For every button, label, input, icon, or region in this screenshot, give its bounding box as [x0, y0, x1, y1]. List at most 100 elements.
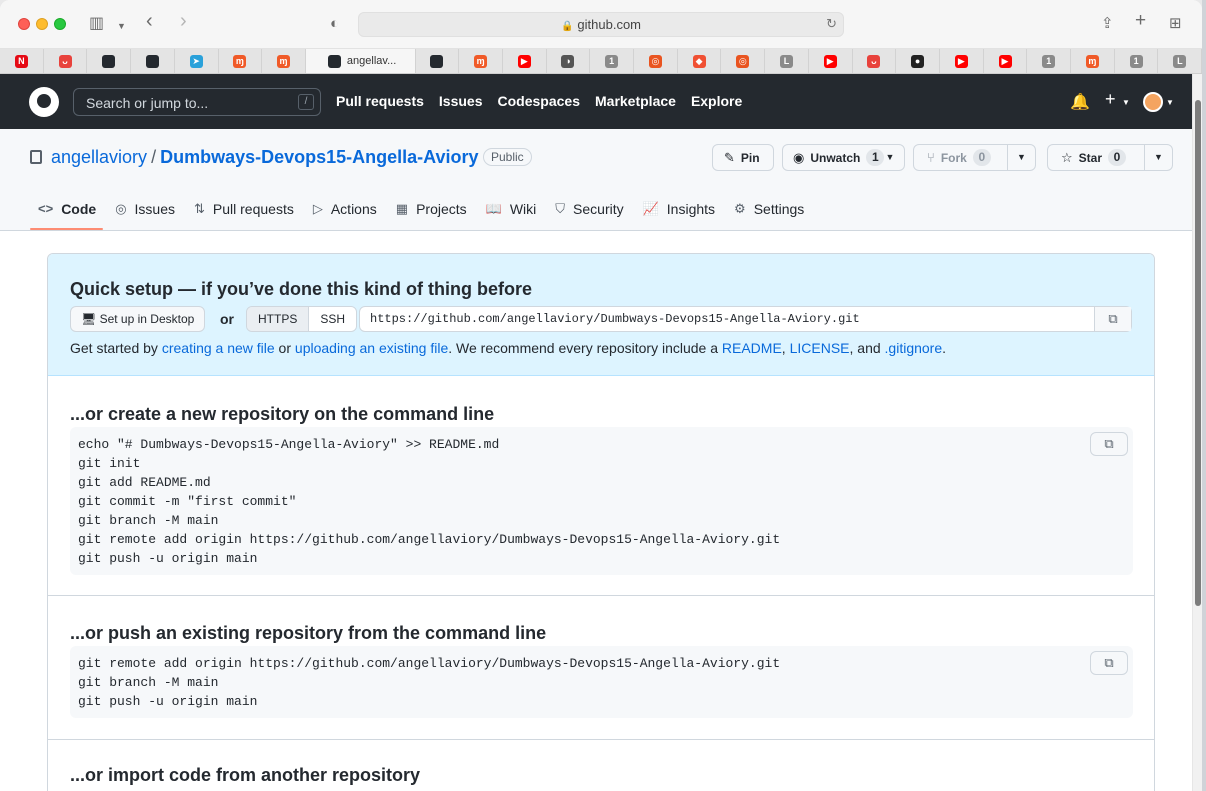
browser-tab[interactable]: ◎ — [634, 49, 678, 73]
chevron-down-icon[interactable]: ▼ — [1166, 98, 1174, 107]
browser-tab[interactable]: ᴗ — [853, 49, 897, 73]
tab-issues[interactable]: ◎ Issues — [107, 201, 186, 230]
browser-tab[interactable]: ➤ — [175, 49, 219, 73]
copy-icon[interactable]: ⧉ — [1094, 307, 1131, 331]
browser-tab[interactable]: ᴗ — [44, 49, 88, 73]
browser-tab[interactable]: L — [765, 49, 809, 73]
gitbook-icon: ◑ — [561, 54, 575, 68]
section-title: ...or import code from another repositor… — [70, 765, 421, 785]
browser-tab[interactable]: ɱ — [459, 49, 503, 73]
browser-tab[interactable]: ▶ — [503, 49, 547, 73]
protocol-toggle: HTTPS SSH — [246, 306, 358, 332]
https-button[interactable]: HTTPS — [247, 307, 310, 331]
nav-issues[interactable]: Issues — [439, 93, 483, 109]
youtube-icon: ▶ — [823, 54, 837, 68]
git-icon: ◆ — [692, 54, 706, 68]
browser-tab[interactable]: 1 — [1027, 49, 1072, 73]
share-icon[interactable]: ⇪ — [1101, 14, 1114, 34]
fork-button[interactable]: ⑂ Fork 0 ▼ — [913, 144, 1036, 171]
minimize-window-button[interactable] — [36, 18, 48, 30]
create-new-plus-icon[interactable]: + — [1105, 89, 1116, 110]
code-line: git push -u origin main — [78, 694, 258, 709]
copy-button[interactable]: ⧉ — [1090, 651, 1128, 675]
reload-icon[interactable]: ↻ — [826, 16, 837, 32]
zoom-window-button[interactable] — [54, 18, 66, 30]
nav-codespaces[interactable]: Codespaces — [498, 93, 580, 109]
clone-url-input[interactable]: https://github.com/angellaviory/Dumbways… — [359, 306, 1132, 332]
repo-name-link[interactable]: Dumbways-Devops15-Angella-Aviory — [160, 147, 478, 167]
tab-active[interactable]: angellav... — [305, 49, 416, 73]
github-logo-icon[interactable] — [29, 87, 59, 117]
chevron-down-icon[interactable]: ▼ — [1122, 98, 1130, 107]
gitignore-link[interactable]: .gitignore — [885, 340, 943, 356]
nav-marketplace[interactable]: Marketplace — [595, 93, 676, 109]
nav-explore[interactable]: Explore — [691, 93, 742, 109]
chevron-down-icon[interactable]: ▼ — [1007, 145, 1035, 170]
browser-tab[interactable]: ɱ — [262, 49, 306, 73]
record-icon: ● — [911, 54, 925, 68]
browser-tab[interactable]: ◎ — [721, 49, 766, 73]
copy-button[interactable]: ⧉ — [1090, 432, 1128, 456]
forward-icon[interactable]: › — [180, 11, 187, 31]
telegram-icon: ➤ — [189, 54, 203, 68]
license-link[interactable]: LICENSE — [790, 340, 850, 356]
new-tab-icon[interactable]: + — [1135, 11, 1146, 31]
nav-pull-requests[interactable]: Pull requests — [336, 93, 424, 109]
address-bar[interactable]: 🔒 github.com ↻ — [358, 12, 844, 37]
browser-tab[interactable]: ▶ — [940, 49, 984, 73]
star-button[interactable]: ☆ Star 0 ▼ — [1047, 144, 1173, 171]
lock-icon: 🔒 — [560, 21, 574, 32]
create-repo-section: ...or create a new repository on the com… — [48, 376, 1154, 596]
browser-tab[interactable]: L — [1158, 49, 1202, 73]
number-one-icon: 1 — [1129, 54, 1143, 68]
chevron-down-icon[interactable]: ▼ — [1144, 145, 1172, 170]
browser-window: ▥ ▼ ‹ › ◐ 🔒 github.com ↻ ⇪ + ⊞ Nᴗ ➤ ɱ ɱ angel… — [0, 0, 1202, 791]
tab-settings[interactable]: ⚙ Settings — [726, 201, 815, 230]
browser-tab[interactable] — [416, 49, 460, 73]
avatar[interactable] — [1143, 92, 1163, 112]
tab-wiki[interactable]: 📖 Wiki — [478, 201, 548, 230]
notifications-bell-icon[interactable]: 🔔 — [1070, 92, 1090, 112]
ssh-button[interactable]: SSH — [309, 307, 357, 331]
issue-icon: ◎ — [115, 201, 127, 216]
browser-tab[interactable] — [87, 49, 132, 73]
browser-tab[interactable]: ◆ — [678, 49, 722, 73]
back-icon[interactable]: ‹ — [146, 11, 153, 31]
close-window-button[interactable] — [18, 18, 30, 30]
copy-icon: ⧉ — [1104, 436, 1114, 451]
repo-owner-link[interactable]: angellaviory — [51, 147, 147, 167]
tab-actions[interactable]: ▷ Actions — [305, 201, 388, 230]
browser-tab[interactable]: N — [0, 49, 44, 73]
browser-tab[interactable]: ▶ — [984, 49, 1028, 73]
browser-tab[interactable]: ɱ — [219, 49, 263, 73]
readme-link[interactable]: README — [722, 340, 782, 356]
create-new-file-link[interactable]: creating a new file — [162, 340, 275, 356]
page-scrollbar[interactable] — [1192, 74, 1202, 791]
chevron-down-icon[interactable]: ▼ — [876, 145, 904, 170]
ubuntu-icon: ◎ — [736, 54, 750, 68]
scrollbar-thumb[interactable] — [1195, 100, 1201, 606]
privacy-shield-icon[interactable]: ◐ — [330, 14, 339, 34]
setup-desktop-button[interactable]: 🖥 Set up in Desktop — [70, 306, 205, 332]
browser-tab[interactable]: ● — [896, 49, 940, 73]
chevron-down-icon[interactable]: ▼ — [117, 16, 126, 36]
browser-tab[interactable] — [131, 49, 175, 73]
tab-projects[interactable]: ▦ Projects — [388, 201, 478, 230]
tab-pull-requests[interactable]: ⇅ Pull requests — [186, 201, 305, 230]
pin-button[interactable]: ✎ Pin — [712, 144, 774, 171]
search-input[interactable]: Search or jump to... / — [73, 88, 321, 116]
browser-tab[interactable]: ▶ — [809, 49, 853, 73]
upload-file-link[interactable]: uploading an existing file — [295, 340, 448, 356]
code-line: echo "# Dumbways-Devops15-Angella-Aviory… — [78, 437, 500, 452]
sidebar-toggle-icon[interactable]: ▥ — [89, 14, 104, 34]
tab-code[interactable]: <> Code — [30, 201, 107, 230]
tab-security[interactable]: ⛉ Security — [547, 201, 634, 230]
tab-insights[interactable]: 📈 Insights — [635, 201, 726, 230]
ubuntu-icon: ◎ — [648, 54, 662, 68]
watch-button[interactable]: ◉ Unwatch 1 ▼ — [782, 144, 905, 171]
browser-tab[interactable]: 1 — [1115, 49, 1159, 73]
browser-tab[interactable]: ɱ — [1071, 49, 1115, 73]
tab-overview-icon[interactable]: ⊞ — [1169, 14, 1182, 34]
browser-tab[interactable]: 1 — [590, 49, 635, 73]
browser-tab[interactable]: ◑ — [547, 49, 591, 73]
